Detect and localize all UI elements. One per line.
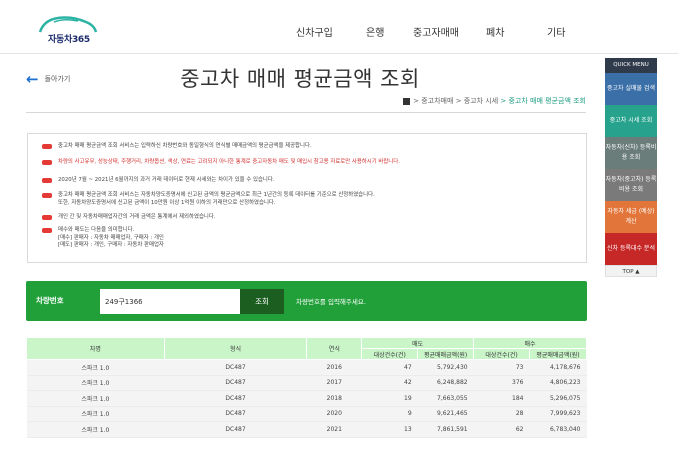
cell-model: 스파크 1.0 [26, 421, 165, 438]
cell-year: 2018 [306, 390, 362, 407]
quick-used-reg-cost[interactable]: 자동차(중고차) 등록비용 조회 [605, 169, 657, 201]
notice-item: 중고차 매매 평균금액 조회 서비스는 입력하신 차량번호와 동일형식의 연식별… [42, 143, 312, 151]
cell-type: DC487 [164, 375, 307, 391]
nav-scrap[interactable]: 폐차 [486, 24, 504, 39]
notice-bullet-icon [42, 160, 52, 165]
breadcrumb-item[interactable]: > 중고차매매 [413, 96, 453, 106]
notice-bullet-icon [42, 178, 52, 183]
cell-sell-avg: 9,621,465 [417, 406, 474, 422]
plate-label: 차량번호 [36, 296, 64, 305]
cell-sell-count: 9 [361, 406, 418, 422]
cell-type: DC487 [164, 359, 307, 376]
cell-sell-count: 13 [361, 421, 418, 438]
nav-new-car[interactable]: 신차구입 [296, 24, 333, 39]
cell-buy-count: 184 [473, 390, 530, 407]
cell-sell-avg: 6,248,882 [417, 375, 474, 391]
table-row: 스파크 1.0 DC487 2016 47 5,792,430 73 4,178… [26, 359, 587, 376]
breadcrumb: > 중고차매매 > 중고차 시세 > 중고차 매매 평균금액 조회 [403, 96, 586, 106]
cell-sell-count: 19 [361, 390, 418, 407]
cell-sell-avg: 5,792,430 [417, 359, 474, 376]
notice-item: 2020년 7월 ~ 2021년 6월까지의 과거 거래 데이터로 현재 시세와… [42, 177, 275, 185]
quick-menu-header: QUICK MENU [605, 58, 657, 73]
table-row: 스파크 1.0 DC487 2021 13 7,861,591 62 6,783… [26, 421, 587, 438]
price-table: 차명 형식 연식 매도 매수 대상건수(건) 평균매매금액(원) 대상건수(건)… [26, 337, 587, 438]
cell-sell-count: 42 [361, 375, 418, 391]
cell-buy-avg: 4,806,223 [529, 375, 587, 391]
notice-item: 매수와 매도는 다음을 의미합니다. [매수] 판매자 : 자동차 매매업자, 구… [42, 227, 164, 250]
col-header-year: 연식 [306, 337, 363, 360]
quick-item-label: 자동차(중고차) 등록비용 조회 [605, 176, 657, 193]
col-header-sell: 매도 [361, 337, 475, 349]
cell-type: DC487 [164, 421, 307, 438]
quick-used-price[interactable]: 중고차 시세 조회 [605, 105, 657, 137]
quick-item-label: 신차 등록대수 분석 [607, 245, 655, 252]
col-header-buy: 매수 [473, 337, 587, 349]
quick-menu: QUICK MENU 중고차 실매물 검색 중고차 시세 조회 자동차(신차) … [605, 58, 657, 277]
cell-year: 2021 [306, 421, 362, 438]
search-button[interactable]: 조회 [240, 289, 284, 314]
title-divider [26, 112, 586, 113]
breadcrumb-current: > 중고차 매매 평균금액 조회 [500, 97, 586, 105]
quick-item-label: 중고차 시세 조회 [609, 117, 653, 124]
cell-year: 2016 [306, 359, 362, 376]
notice-box: 중고차 매매 평균금액 조회 서비스는 입력하신 차량번호와 동일형식의 연식별… [27, 133, 587, 263]
cell-buy-count: 376 [473, 375, 530, 391]
col-header-sell-avg: 평균매매금액(원) [417, 348, 475, 360]
table-row: 스파크 1.0 DC487 2020 9 9,621,465 28 7,999,… [26, 406, 587, 422]
notice-item: 개인 간 및 자동차매매업자간의 거래 금액은 통계에서 제외하였습니다. [42, 214, 216, 222]
cell-buy-avg: 5,296,075 [529, 390, 587, 407]
col-header-model: 차명 [26, 337, 165, 360]
cell-buy-avg: 7,999,623 [529, 406, 587, 422]
col-header-buy-count: 대상건수(건) [473, 348, 530, 360]
cell-model: 스파크 1.0 [26, 359, 165, 376]
breadcrumb-item[interactable]: > 중고차 시세 [456, 96, 499, 106]
cell-buy-count: 28 [473, 406, 530, 422]
plate-number-input[interactable] [100, 289, 240, 314]
cell-type: DC487 [164, 406, 307, 422]
notice-bullet-icon [42, 193, 52, 198]
cell-sell-avg: 7,663,055 [417, 390, 474, 407]
cell-type: DC487 [164, 390, 307, 407]
search-hint: 차량번호를 입력해주세요. [296, 298, 366, 306]
quick-tax-calc[interactable]: 자동차 세금 (예상) 계산 [605, 201, 657, 233]
col-header-buy-avg: 평균매매금액(원) [529, 348, 587, 360]
cell-buy-count: 62 [473, 421, 530, 438]
cell-model: 스파크 1.0 [26, 375, 165, 391]
quick-item-label: 자동차 세금 (예상) 계산 [607, 208, 655, 225]
notice-bullet-icon [42, 215, 52, 220]
quick-new-reg-analysis[interactable]: 신차 등록대수 분석 [605, 233, 657, 265]
home-icon[interactable] [403, 97, 411, 105]
table-row: 스파크 1.0 DC487 2018 19 7,663,055 184 5,29… [26, 390, 587, 407]
nav-used-car[interactable]: 중고자매매 [413, 24, 459, 39]
cell-year: 2020 [306, 406, 362, 422]
cell-sell-avg: 7,861,591 [417, 421, 474, 438]
col-header-type: 형식 [163, 337, 308, 360]
quick-used-listing[interactable]: 중고차 실매물 검색 [605, 73, 657, 105]
quick-new-reg-cost[interactable]: 자동차(신차) 등록비용 조회 [605, 137, 657, 169]
notice-item: 중고차 매매 평균금액 조회 서비스는 자동차양도증명서에 신고된 금액의 평균… [42, 192, 375, 207]
cell-buy-avg: 4,178,676 [529, 359, 587, 376]
cell-sell-count: 47 [361, 359, 418, 376]
table-row: 스파크 1.0 DC487 2017 42 6,248,882 376 4,80… [26, 375, 587, 391]
quick-item-label: 자동차(신차) 등록비용 조회 [605, 144, 657, 161]
cell-buy-count: 73 [473, 359, 530, 376]
scroll-top-button[interactable]: TOP ▲ [605, 265, 657, 277]
quick-item-label: 중고차 실매물 검색 [607, 85, 655, 92]
logo-text: 자동차365 [48, 35, 90, 45]
cell-model: 스파크 1.0 [26, 406, 165, 422]
notice-item-warning: 차량의 사고유무, 성능상태, 주행거리, 차량옵션, 색상, 연료는 고려되지… [42, 159, 400, 167]
cell-buy-avg: 6,783,040 [529, 421, 587, 438]
nav-etc[interactable]: 기타 [547, 24, 565, 39]
cell-year: 2017 [306, 375, 362, 391]
notice-bullet-icon [42, 228, 52, 233]
plate-search-bar: 차량번호 조회 차량번호를 입력해주세요. [26, 281, 587, 321]
page-title: 중고차 매매 평균금액 조회 [180, 67, 420, 91]
site-header: 자동차365 신차구입 은행 중고자매매 폐차 기타 [0, 0, 678, 54]
site-logo[interactable]: 자동차365 [34, 12, 100, 45]
nav-bank[interactable]: 은행 [366, 24, 384, 39]
cell-model: 스파크 1.0 [26, 390, 165, 407]
col-header-sell-count: 대상건수(건) [361, 348, 419, 360]
notice-bullet-icon [42, 144, 52, 149]
